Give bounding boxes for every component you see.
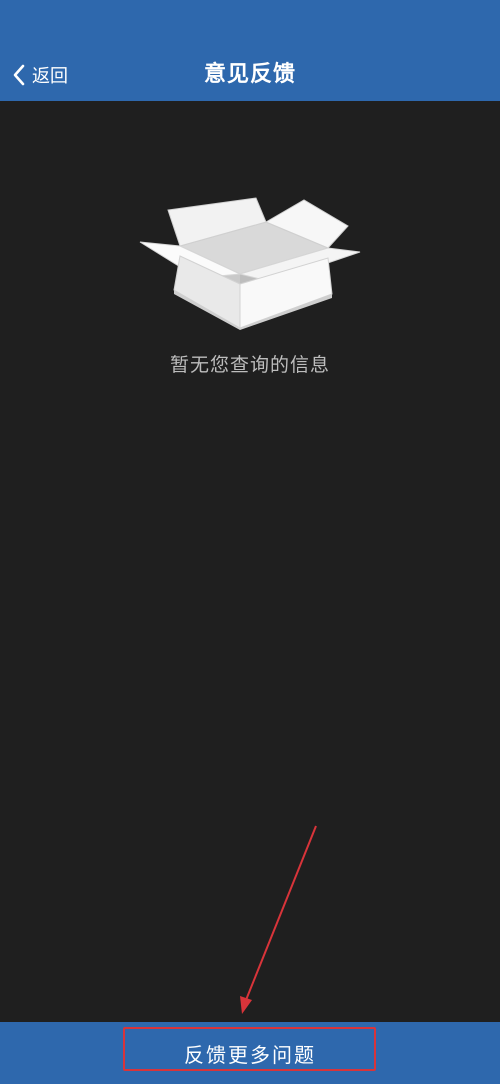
more-feedback-button[interactable]: 反馈更多问题 [0, 1022, 500, 1084]
top-nav-bar: 返回 意见反馈 [0, 0, 500, 101]
bottom-bar: 反馈更多问题 [0, 1022, 500, 1084]
feedback-screen: 返回 意见反馈 暂无您查询的信息 反馈更多问题 [0, 0, 500, 1084]
empty-state-message: 暂无您查询的信息 [169, 354, 330, 376]
annotation-arrow [240, 825, 317, 1014]
open-box-icon [139, 197, 361, 330]
page-title: 意见反馈 [203, 62, 296, 87]
